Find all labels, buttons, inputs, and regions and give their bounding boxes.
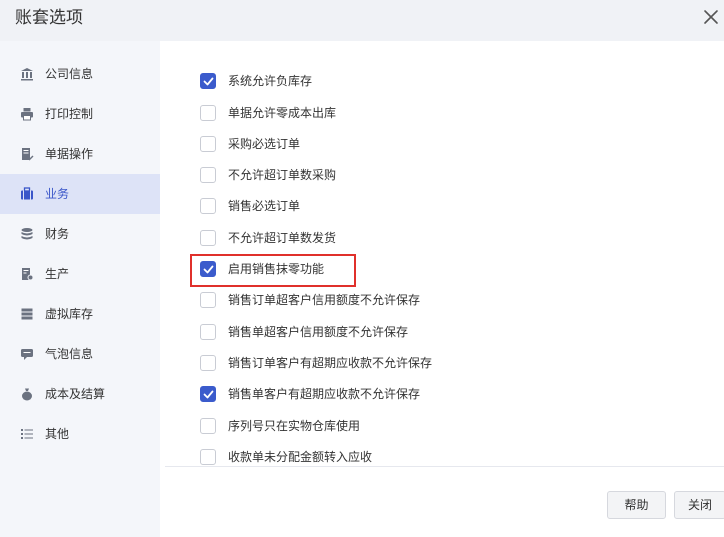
sidebar-item-document-ops[interactable]: 单据操作 bbox=[0, 134, 160, 174]
option-label: 销售订单超客户信用额度不允许保存 bbox=[228, 293, 421, 307]
sidebar-item-label: 打印控制 bbox=[45, 107, 94, 121]
sidebar-item-label: 气泡信息 bbox=[45, 347, 94, 361]
option-checkbox[interactable] bbox=[200, 324, 216, 340]
option-checkbox[interactable] bbox=[200, 73, 216, 89]
production-doc-icon bbox=[20, 267, 34, 281]
sidebar-item-cost-settlement[interactable]: 成本及结算 bbox=[0, 374, 160, 414]
highlight-annotation bbox=[190, 254, 356, 287]
sidebar-item-bubble-info[interactable]: 气泡信息 bbox=[0, 334, 160, 374]
option-checkbox[interactable] bbox=[200, 355, 216, 371]
option-label: 收款单未分配金额转入应收 bbox=[228, 450, 373, 464]
footer-divider bbox=[165, 466, 724, 467]
option-checkbox[interactable] bbox=[200, 449, 216, 465]
account-options-dialog: 账套选项 公司信息 打印控制 单据操作 业务 财务 生产 虚拟库存 气泡信息 成… bbox=[0, 0, 724, 537]
money-bag-icon bbox=[20, 387, 34, 401]
sidebar-item-print-control[interactable]: 打印控制 bbox=[0, 94, 160, 134]
sidebar-item-label: 财务 bbox=[45, 227, 70, 241]
inventory-list-icon bbox=[20, 307, 34, 321]
option-label: 销售单超客户信用额度不允许保存 bbox=[228, 325, 409, 339]
sidebar-item-virtual-inventory[interactable]: 虚拟库存 bbox=[0, 294, 160, 334]
option-checkbox[interactable] bbox=[200, 418, 216, 434]
option-label: 采购必选订单 bbox=[228, 137, 301, 151]
option-row: 收款单未分配金额转入应收 bbox=[200, 447, 700, 467]
sidebar-item-label: 业务 bbox=[45, 187, 70, 201]
close-button[interactable]: 关闭 bbox=[674, 491, 724, 519]
option-checkbox[interactable] bbox=[200, 105, 216, 121]
document-edit-icon bbox=[20, 147, 34, 161]
option-row: 不允许超订单数发货 bbox=[200, 228, 700, 248]
option-checkbox[interactable] bbox=[200, 167, 216, 183]
dialog-title: 账套选项 bbox=[15, 8, 83, 28]
sidebar-item-label: 虚拟库存 bbox=[45, 307, 94, 321]
sidebar-item-company-info[interactable]: 公司信息 bbox=[0, 54, 160, 94]
option-label: 序列号只在实物仓库使用 bbox=[228, 419, 361, 433]
option-row: 单据允许零成本出库 bbox=[200, 103, 700, 123]
dialog-titlebar: 账套选项 bbox=[0, 0, 724, 41]
building-icon bbox=[20, 67, 34, 81]
option-row: 序列号只在实物仓库使用 bbox=[200, 416, 700, 436]
option-label: 单据允许零成本出库 bbox=[228, 106, 337, 120]
sidebar-item-other[interactable]: 其他 bbox=[0, 414, 160, 454]
option-label: 销售单客户有超期应收款不允许保存 bbox=[228, 387, 421, 401]
sidebar-item-label: 其他 bbox=[45, 427, 70, 441]
sidebar-item-production[interactable]: 生产 bbox=[0, 254, 160, 294]
option-row: 采购必选订单 bbox=[200, 134, 700, 154]
sidebar: 公司信息 打印控制 单据操作 业务 财务 生产 虚拟库存 气泡信息 成本及结算 … bbox=[0, 41, 160, 537]
option-row: 销售必选订单 bbox=[200, 196, 700, 216]
option-label: 不允许超订单数采购 bbox=[228, 168, 337, 182]
close-icon[interactable] bbox=[700, 6, 722, 28]
sidebar-item-finance[interactable]: 财务 bbox=[0, 214, 160, 254]
option-label: 不允许超订单数发货 bbox=[228, 231, 337, 245]
help-button[interactable]: 帮助 bbox=[607, 491, 666, 519]
sidebar-item-label: 生产 bbox=[45, 267, 70, 281]
option-row: 销售订单客户有超期应收款不允许保存 bbox=[200, 353, 700, 373]
option-label: 销售必选订单 bbox=[228, 199, 301, 213]
sidebar-item-label: 单据操作 bbox=[45, 147, 94, 161]
option-checkbox[interactable] bbox=[200, 136, 216, 152]
option-checkbox[interactable] bbox=[200, 230, 216, 246]
coins-stack-icon bbox=[20, 227, 34, 241]
option-row: 不允许超订单数采购 bbox=[200, 165, 700, 185]
chat-bubble-icon bbox=[20, 347, 34, 361]
option-label: 系统允许负库存 bbox=[228, 74, 313, 88]
sidebar-item-business[interactable]: 业务 bbox=[0, 174, 160, 214]
printer-icon bbox=[20, 107, 34, 121]
option-label: 销售订单客户有超期应收款不允许保存 bbox=[228, 356, 433, 370]
sidebar-item-label: 公司信息 bbox=[45, 67, 94, 81]
option-checkbox[interactable] bbox=[200, 386, 216, 402]
option-row: 系统允许负库存 bbox=[200, 71, 700, 91]
sidebar-item-label: 成本及结算 bbox=[45, 387, 106, 401]
option-row: 销售订单超客户信用额度不允许保存 bbox=[200, 290, 700, 310]
option-checkbox[interactable] bbox=[200, 198, 216, 214]
briefcase-icon bbox=[20, 187, 34, 201]
list-icon bbox=[20, 427, 34, 441]
option-row: 销售单超客户信用额度不允许保存 bbox=[200, 322, 700, 342]
option-checkbox[interactable] bbox=[200, 292, 216, 308]
option-row: 销售单客户有超期应收款不允许保存 bbox=[200, 384, 700, 404]
